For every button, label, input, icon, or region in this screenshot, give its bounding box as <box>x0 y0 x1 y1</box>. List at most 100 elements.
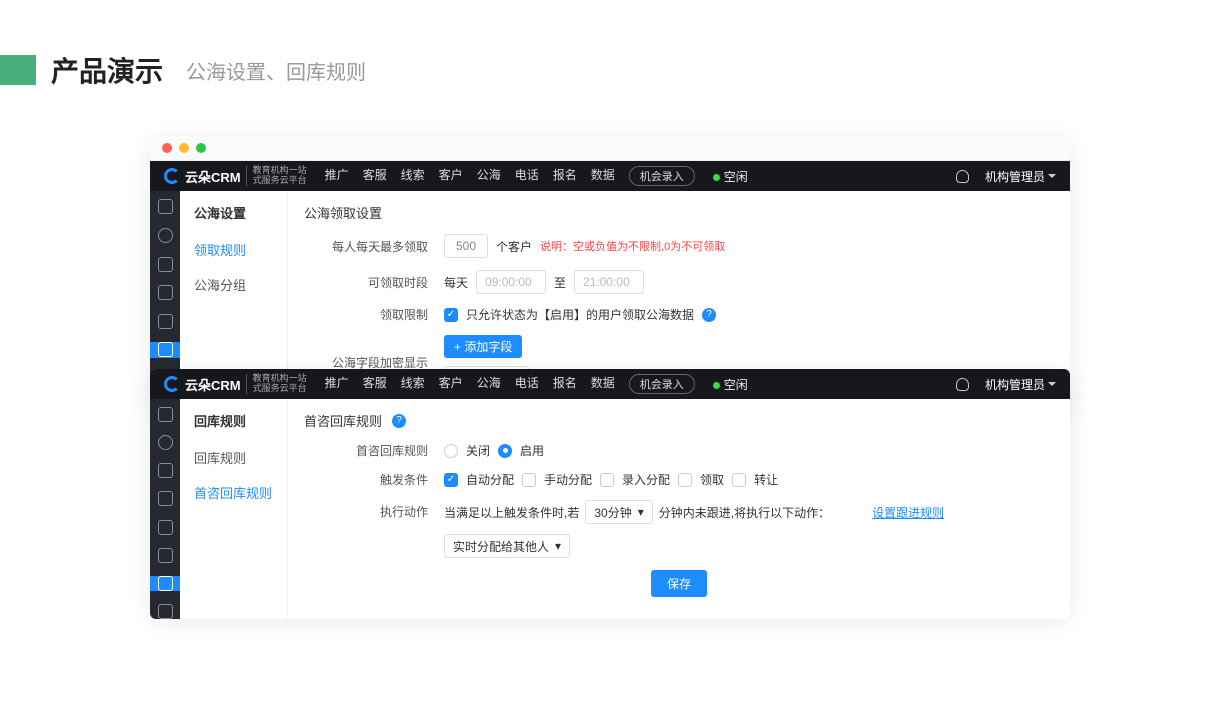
nav-item[interactable]: 报名 <box>553 166 577 186</box>
sidebar-item-groups[interactable]: 公海分组 <box>180 267 287 302</box>
zoom-icon[interactable] <box>196 143 206 153</box>
checkbox-auto-assign[interactable]: ✓ <box>444 473 458 487</box>
sidebar-item-first-consult-rules[interactable]: 首咨回库规则 <box>180 475 287 510</box>
help-icon[interactable]: ? <box>392 414 406 428</box>
logo: 云朵CRM 教育机构一站 式服务云平台 <box>164 374 307 394</box>
content-area: 首咨回库规则 ? 首咨回库规则 关闭 启用 触发条件 <box>288 399 1070 619</box>
time-from-input[interactable]: 09:00:00 <box>476 270 546 294</box>
radio-on-label: 启用 <box>520 442 544 459</box>
nav-item[interactable]: 客服 <box>363 166 387 186</box>
radio-off-label: 关闭 <box>466 442 490 459</box>
action-select[interactable]: 实时分配给其他人▾ <box>444 534 570 558</box>
nav-item[interactable]: 客服 <box>363 374 387 394</box>
nav-item[interactable]: 电话 <box>515 166 539 186</box>
nav-item[interactable]: 客户 <box>439 166 463 186</box>
sidebar-title: 回库规则 <box>180 411 287 440</box>
duration-select[interactable]: 30分钟▾ <box>585 500 652 524</box>
radio-on[interactable] <box>498 444 512 458</box>
save-button[interactable]: 保存 <box>651 570 707 597</box>
module-icon-active[interactable] <box>158 342 173 357</box>
logo-text: 云朵CRM <box>185 375 241 394</box>
chevron-down-icon <box>1048 174 1056 178</box>
module-icon[interactable] <box>158 463 173 478</box>
sidebar: 回库规则 回库规则 首咨回库规则 <box>180 399 288 619</box>
checkbox-entry-assign[interactable] <box>600 473 614 487</box>
label-rule-enable: 首咨回库规则 <box>304 442 444 459</box>
topbar: 云朵CRM 教育机构一站 式服务云平台 推广 客服 线索 客户 公海 电话 报名… <box>150 369 1070 399</box>
checkbox-claim[interactable] <box>678 473 692 487</box>
checkbox-transfer[interactable] <box>732 473 746 487</box>
nav-item[interactable]: 推广 <box>325 166 349 186</box>
set-follow-rule-link[interactable]: 设置跟进规则 <box>872 504 944 521</box>
slide-subtitle: 公海设置、回库规则 <box>186 56 366 85</box>
checkbox-enabled-only[interactable]: ✓ <box>444 308 458 322</box>
help-icon[interactable]: ? <box>702 308 716 322</box>
module-icon[interactable] <box>158 285 173 300</box>
status-indicator: 空闲 <box>713 376 748 393</box>
nav-item[interactable]: 公海 <box>477 374 501 394</box>
module-icon[interactable] <box>158 257 173 272</box>
label-trigger: 触发条件 <box>304 471 444 488</box>
nav-item[interactable]: 公海 <box>477 166 501 186</box>
opportunity-entry-button[interactable]: 机会录入 <box>629 166 695 186</box>
user-menu[interactable]: 机构管理员 <box>985 376 1056 393</box>
user-menu[interactable]: 机构管理员 <box>985 168 1056 185</box>
logo-sub: 教育机构一站 式服务云平台 <box>246 166 307 186</box>
module-icon[interactable] <box>158 491 173 506</box>
label-action: 执行动作 <box>304 500 444 520</box>
checkbox-label: 只允许状态为【启用】的用户领取公海数据 <box>466 306 694 323</box>
opportunity-entry-button[interactable]: 机会录入 <box>629 374 695 394</box>
bell-icon[interactable] <box>956 170 969 183</box>
module-icon[interactable] <box>158 520 173 535</box>
hint-text: 说明：空或负值为不限制,0为不可领取 <box>540 238 725 254</box>
bell-icon[interactable] <box>956 378 969 391</box>
module-icon[interactable] <box>158 435 173 450</box>
module-icon[interactable] <box>158 228 173 243</box>
module-icon[interactable] <box>158 548 173 563</box>
label-max-claim: 每人每天最多领取 <box>304 238 444 255</box>
sidebar-title: 公海设置 <box>180 203 287 232</box>
status-indicator: 空闲 <box>713 168 748 185</box>
logo: 云朵CRM 教育机构一站 式服务云平台 <box>164 166 307 186</box>
label-claim-limit: 领取限制 <box>304 306 444 323</box>
content-title: 首咨回库规则 ? <box>304 411 1054 430</box>
nav-item[interactable]: 线索 <box>401 166 425 186</box>
unit-text: 个客户 <box>496 238 532 255</box>
chevron-down-icon <box>1048 382 1056 386</box>
topbar: 云朵CRM 教育机构一站 式服务云平台 推广 客服 线索 客户 公海 电话 报名… <box>150 161 1070 191</box>
nav-item[interactable]: 客户 <box>439 374 463 394</box>
action-mid-text: 分钟内未跟进,将执行以下动作： <box>659 504 830 521</box>
time-to-input[interactable]: 21:00:00 <box>574 270 644 294</box>
logo-icon <box>164 376 180 392</box>
checkbox-manual-assign[interactable] <box>522 473 536 487</box>
module-icon[interactable] <box>158 604 173 619</box>
nav-item[interactable]: 线索 <box>401 374 425 394</box>
nav-item[interactable]: 数据 <box>591 166 615 186</box>
nav-item[interactable]: 数据 <box>591 374 615 394</box>
top-nav: 推广 客服 线索 客户 公海 电话 报名 数据 机会录入 <box>325 166 695 186</box>
nav-item[interactable]: 电话 <box>515 374 539 394</box>
module-icon[interactable] <box>158 199 173 214</box>
logo-text: 云朵CRM <box>185 167 241 186</box>
content-title: 公海领取设置 <box>304 203 1054 222</box>
add-field-button[interactable]: + 添加字段 <box>444 335 522 358</box>
module-icon-active[interactable] <box>158 576 173 591</box>
action-pre-text: 当满足以上触发条件时,若 <box>444 504 579 521</box>
slide-header: 产品演示 公海设置、回库规则 <box>0 50 366 90</box>
logo-sub: 教育机构一站 式服务云平台 <box>246 374 307 394</box>
sidebar-item-claim-rules[interactable]: 领取规则 <box>180 232 287 267</box>
minimize-icon[interactable] <box>179 143 189 153</box>
daily-text: 每天 <box>444 274 468 291</box>
close-icon[interactable] <box>162 143 172 153</box>
max-claim-input[interactable]: 500 <box>444 234 488 258</box>
nav-item[interactable]: 推广 <box>325 374 349 394</box>
module-icon[interactable] <box>158 407 173 422</box>
nav-item[interactable]: 报名 <box>553 374 577 394</box>
window-return-rules: 云朵CRM 教育机构一站 式服务云平台 推广 客服 线索 客户 公海 电话 报名… <box>150 369 1070 619</box>
radio-off[interactable] <box>444 444 458 458</box>
module-icon[interactable] <box>158 314 173 329</box>
left-iconbar <box>150 399 180 619</box>
accent-bar <box>0 55 36 85</box>
logo-icon <box>164 168 180 184</box>
sidebar-item-return-rules[interactable]: 回库规则 <box>180 440 287 475</box>
